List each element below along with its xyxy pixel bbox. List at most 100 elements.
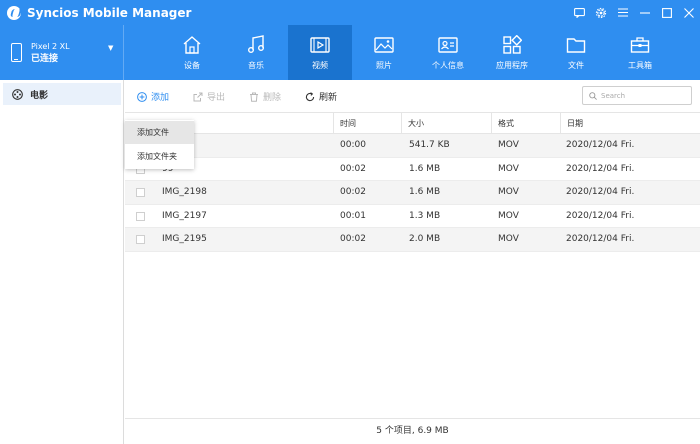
contact-icon [437,34,459,56]
search-icon [589,91,597,100]
cell-name: IMG_2198 [162,187,207,197]
tab-photo[interactable]: 照片 [352,25,416,80]
cell-time: 00:02 [340,234,366,244]
column-header-date[interactable]: 日期 [560,113,700,134]
tab-label: 应用程序 [496,61,528,70]
cell-format: MOV [498,163,519,174]
apps-icon [501,34,523,56]
device-status: 已连接 [31,53,59,64]
window-controls [568,0,700,25]
tab-label: 工具箱 [628,61,652,70]
cell-date: 2020/12/04 Fri. [566,140,635,150]
export-label: 导出 [207,93,226,103]
cell-format: MOV [498,140,519,150]
menu-item-add-folder[interactable]: 添加文件夹 [125,145,194,168]
cell-size: 2.0 MB [409,234,441,244]
tab-apps[interactable]: 应用程序 [480,25,544,80]
video-table: 00 00:00 541.7 KB MOV 2020/12/04 Fri. 99… [125,134,700,252]
toolbar: 添加 导出 删除 刷新 [125,80,700,113]
film-reel-icon [12,88,23,100]
search-box[interactable] [582,86,692,105]
sidebar: 电影 [0,80,124,444]
cell-size: 1.6 MB [409,187,441,197]
folder-icon [565,34,587,56]
cell-date: 2020/12/04 Fri. [566,210,635,221]
maximize-icon[interactable] [656,0,678,25]
table-row[interactable]: IMG_2195 00:02 2.0 MB MOV 2020/12/04 Fri… [125,228,700,252]
column-header-format[interactable]: 格式 [491,113,560,134]
app-title: Syncios Mobile Manager [27,5,192,20]
sidebar-item-label: 电影 [30,90,49,101]
add-circle-icon [137,91,147,102]
gear-icon[interactable] [590,0,612,25]
refresh-label: 刷新 [319,93,338,103]
cell-name: IMG_2197 [162,210,207,221]
title-bar: Syncios Mobile Manager [0,0,700,25]
caret-down-icon[interactable]: ▼ [108,44,113,52]
tab-video[interactable]: 视频 [288,25,352,80]
cell-name: IMG_2195 [162,234,207,244]
cell-size: 541.7 KB [409,140,450,150]
cell-time: 00:02 [340,187,366,197]
tab-label: 个人信息 [432,61,464,70]
row-checkbox[interactable] [136,211,145,221]
cell-date: 2020/12/04 Fri. [566,187,635,197]
cell-time: 00:01 [340,210,366,221]
tab-music[interactable]: 音乐 [224,25,288,80]
tab-contacts[interactable]: 个人信息 [416,25,480,80]
device-name: Pixel 2 XL [31,41,70,51]
tab-label: 视频 [312,61,328,70]
syncios-logo-icon [7,5,21,20]
cell-format: MOV [498,234,519,244]
cell-date: 2020/12/04 Fri. [566,163,635,174]
row-checkbox[interactable] [136,188,145,197]
menu-icon[interactable] [612,0,634,25]
menu-item-add-file[interactable]: 添加文件 [125,121,194,144]
tab-label: 照片 [376,61,392,70]
device-selector[interactable]: Pixel 2 XL 已连接 ▼ [0,25,124,80]
column-header-size[interactable]: 大小 [401,113,491,134]
table-row[interactable]: 00 00:00 541.7 KB MOV 2020/12/04 Fri. [125,134,700,158]
tab-label: 设备 [184,61,200,70]
status-summary: 5 个项目, 6.9 MB [376,426,449,436]
nav-bar: Pixel 2 XL 已连接 ▼ 设备 音乐 视频 照片 个人信息 应用程序 文… [0,25,700,80]
refresh-icon [305,91,315,101]
export-icon [193,92,203,101]
main-tabs: 设备 音乐 视频 照片 个人信息 应用程序 文件 工具箱 [160,25,672,80]
export-button[interactable]: 导出 [193,90,225,103]
cell-time: 00:02 [340,163,366,174]
table-row[interactable]: 99 00:02 1.6 MB MOV 2020/12/04 Fri. [125,158,700,181]
tab-label: 文件 [568,61,584,70]
add-button[interactable]: 添加 [137,90,169,103]
cell-format: MOV [498,210,519,221]
delete-label: 删除 [263,93,282,103]
status-bar: 5 个项目, 6.9 MB [125,418,700,444]
music-icon [245,34,267,56]
video-icon [309,34,331,56]
toolbox-icon [629,34,651,56]
sidebar-item-movies[interactable]: 电影 [3,83,121,105]
cell-format: MOV [498,187,519,197]
row-checkbox[interactable] [136,235,145,244]
chat-icon[interactable] [568,0,590,25]
cell-size: 1.6 MB [409,163,441,174]
add-dropdown-menu: 添加文件 添加文件夹 [125,120,194,169]
home-icon [181,34,203,56]
column-header-time[interactable]: 时间 [333,113,401,134]
delete-button[interactable]: 删除 [249,90,281,103]
cell-date: 2020/12/04 Fri. [566,234,635,244]
minimize-icon[interactable] [634,0,656,25]
photo-icon [373,34,395,56]
close-icon[interactable] [678,0,700,25]
trash-icon [250,92,258,102]
phone-icon [11,43,22,62]
tab-label: 音乐 [248,61,264,70]
tab-device[interactable]: 设备 [160,25,224,80]
table-row[interactable]: IMG_2198 00:02 1.6 MB MOV 2020/12/04 Fri… [125,181,700,205]
search-input[interactable] [601,91,686,100]
refresh-button[interactable]: 刷新 [305,90,337,103]
table-row[interactable]: IMG_2197 00:01 1.3 MB MOV 2020/12/04 Fri… [125,205,700,228]
tab-files[interactable]: 文件 [544,25,608,80]
tab-toolbox[interactable]: 工具箱 [608,25,672,80]
table-header: 时间 大小 格式 日期 [125,113,700,134]
